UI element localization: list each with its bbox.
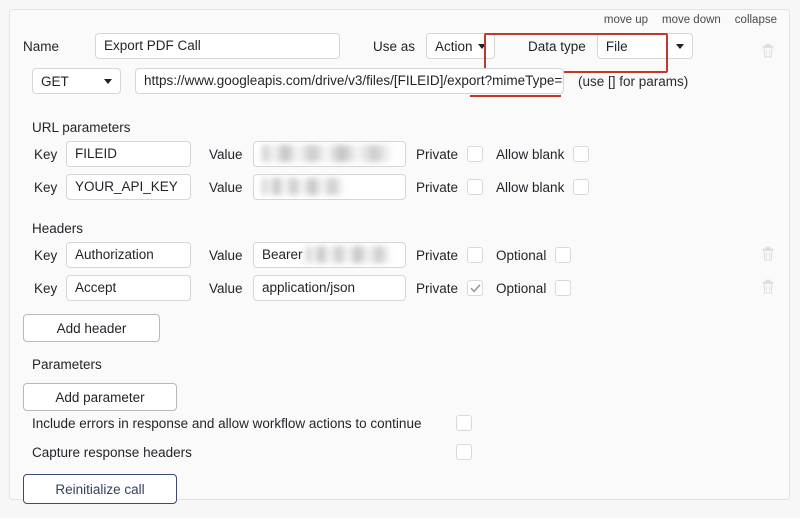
header-value-prefix: Bearer: [262, 247, 303, 262]
name-label: Name: [23, 38, 60, 54]
header-value-input[interactable]: Bearer: [253, 242, 406, 268]
private-label: Private: [416, 247, 459, 263]
key-label: Key: [34, 280, 58, 296]
move-down-link[interactable]: move down: [662, 14, 721, 26]
url-hint: (use [] for params): [578, 73, 689, 89]
trash-icon: [762, 279, 774, 294]
capture-response-headers-checkbox[interactable]: [456, 444, 472, 460]
request-row: GET https://www.googleapis.com/drive/v3/…: [32, 68, 688, 94]
key-label: Key: [34, 146, 58, 162]
url-parameter-value-input[interactable]: [253, 174, 406, 200]
headers-title: Headers: [32, 221, 84, 236]
url-parameter-value-input[interactable]: [253, 141, 406, 167]
trash-icon: [762, 43, 774, 58]
optional-label: Optional: [496, 247, 547, 263]
delete-header-button[interactable]: [761, 279, 775, 298]
use-as-label: Use as: [373, 38, 416, 54]
header-row: Key Authorization Value Bearer Private O…: [34, 242, 572, 268]
name-row: Name Export PDF Call Use as Action Data …: [23, 33, 693, 59]
collapse-link[interactable]: collapse: [735, 14, 777, 26]
http-method-select[interactable]: GET: [32, 68, 121, 94]
url-parameter-private-checkbox[interactable]: [467, 146, 484, 162]
move-up-link[interactable]: move up: [604, 14, 648, 26]
value-label: Value: [209, 247, 243, 263]
http-method-value: GET: [41, 73, 69, 89]
chevron-down-icon: [104, 78, 112, 84]
include-errors-checkbox[interactable]: [456, 415, 472, 431]
optional-label: Optional: [496, 280, 547, 296]
add-header-button[interactable]: Add header: [23, 314, 160, 342]
redacted-value: [262, 145, 399, 162]
header-private-checkbox[interactable]: [467, 280, 484, 296]
chevron-down-icon: [478, 43, 487, 49]
private-label: Private: [416, 179, 459, 195]
url-parameter-row: Key YOUR_API_KEY Value Private Allow bla…: [34, 174, 590, 200]
url-input[interactable]: https://www.googleapis.com/drive/v3/file…: [135, 68, 564, 94]
capture-response-headers-option-row: Capture response headers: [32, 444, 472, 460]
private-label: Private: [416, 146, 459, 162]
url-parameter-key-input[interactable]: FILEID: [66, 141, 191, 167]
use-as-value: Action: [435, 38, 473, 54]
header-value-input[interactable]: application/json: [253, 275, 406, 301]
allow-blank-label: Allow blank: [496, 146, 565, 162]
capture-response-headers-label: Capture response headers: [32, 444, 192, 460]
parameters-title: Parameters: [32, 357, 102, 372]
data-type-select[interactable]: File: [596, 33, 693, 59]
add-parameter-button[interactable]: Add parameter: [23, 383, 177, 411]
delete-call-button[interactable]: [761, 43, 775, 62]
redacted-value: [262, 178, 348, 195]
value-label: Value: [209, 280, 243, 296]
reinitialize-call-button[interactable]: Reinitialize call: [23, 474, 177, 504]
header-key-input[interactable]: Accept: [66, 275, 191, 301]
header-key-input[interactable]: Authorization: [66, 242, 191, 268]
url-parameter-key-input[interactable]: YOUR_API_KEY: [66, 174, 191, 200]
name-input[interactable]: Export PDF Call: [95, 33, 340, 59]
delete-header-button[interactable]: [761, 246, 775, 265]
include-errors-option-row: Include errors in response and allow wor…: [32, 415, 472, 431]
private-label: Private: [416, 280, 459, 296]
header-optional-checkbox[interactable]: [555, 280, 572, 296]
panel-meta-links: move up move down collapse: [604, 14, 777, 26]
header-row: Key Accept Value application/json Privat…: [34, 275, 572, 301]
value-label: Value: [209, 179, 243, 195]
use-as-select[interactable]: Action: [426, 33, 496, 59]
url-parameters-title: URL parameters: [32, 120, 131, 135]
key-label: Key: [34, 179, 58, 195]
redacted-value: [306, 246, 395, 263]
include-errors-label: Include errors in response and allow wor…: [32, 415, 422, 431]
url-mimetype-annotation-underline: [470, 95, 561, 97]
check-icon: [470, 283, 480, 292]
allow-blank-label: Allow blank: [496, 179, 565, 195]
header-optional-checkbox[interactable]: [555, 247, 572, 263]
url-parameter-row: Key FILEID Value Private Allow blank: [34, 141, 590, 167]
value-label: Value: [209, 146, 243, 162]
key-label: Key: [34, 247, 58, 263]
data-type-value: File: [605, 38, 628, 54]
url-parameter-private-checkbox[interactable]: [467, 179, 484, 195]
chevron-down-icon: [675, 43, 684, 49]
url-parameter-allow-blank-checkbox[interactable]: [573, 146, 590, 162]
header-private-checkbox[interactable]: [467, 247, 484, 263]
api-call-editor-panel: move up move down collapse Name Export P…: [9, 9, 790, 504]
trash-icon: [762, 246, 774, 261]
data-type-label: Data type: [528, 38, 586, 54]
url-parameter-allow-blank-checkbox[interactable]: [573, 179, 590, 195]
